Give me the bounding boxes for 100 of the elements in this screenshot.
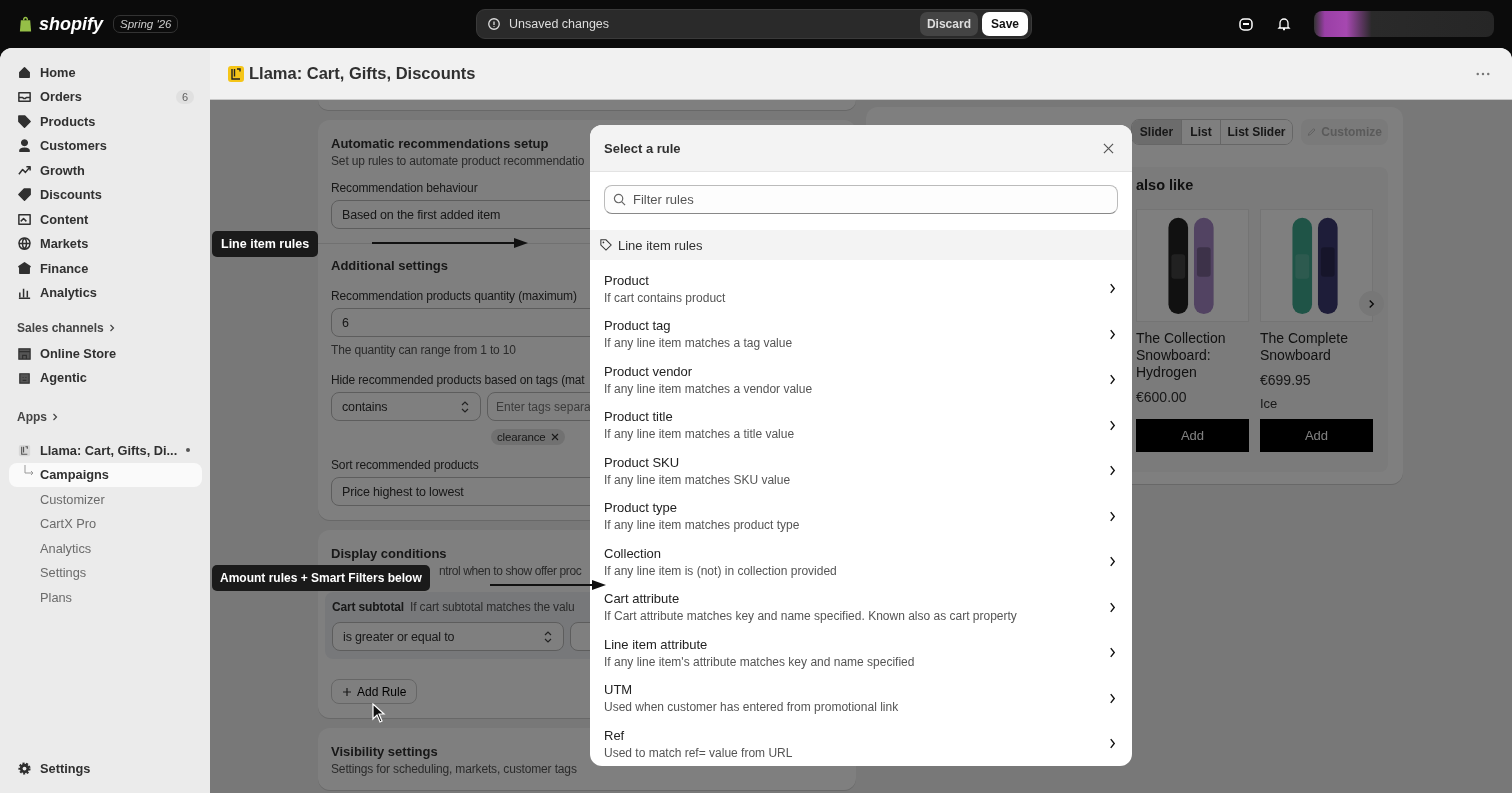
- rule-title: Product: [604, 272, 650, 288]
- rule-option[interactable]: Cart attribute If Cart attribute matches key and name specified. Known also as cart property: [590, 584, 1132, 630]
- chevron-right-icon: [1109, 738, 1116, 750]
- nav-item[interactable]: Customers: [9, 133, 202, 158]
- rule-option[interactable]: Ref Used to match ref= value from URL: [590, 721, 1132, 766]
- discount-tag-icon: [17, 187, 32, 203]
- nav-subitem[interactable]: Settings: [9, 560, 202, 585]
- blurred-account-avatar[interactable]: [1314, 11, 1494, 37]
- save-button[interactable]: Save: [981, 12, 1028, 36]
- nav-item[interactable]: Orders 6: [9, 84, 202, 109]
- rule-title: Product tag: [604, 318, 672, 334]
- unsaved-message: Unsaved changes: [509, 17, 611, 31]
- nav-item[interactable]: Content: [9, 207, 202, 232]
- rule-description: If cart subtotal matches the valu: [410, 600, 575, 614]
- add-rule-button[interactable]: Add Rule: [331, 679, 418, 704]
- chevron-right-icon: [1109, 556, 1116, 568]
- bank-icon: [17, 260, 32, 276]
- nav-subitem[interactable]: Plans: [9, 585, 202, 610]
- rule-title: Product vendor: [604, 363, 694, 379]
- rule-option[interactable]: UTM Used when customer has entered from promotional link: [590, 675, 1132, 721]
- rule-description: If any line item is (not) in collection provided: [604, 563, 838, 578]
- nav-item[interactable]: Agentic: [9, 365, 202, 390]
- next-slide-button[interactable]: [1359, 291, 1384, 316]
- store-icon: [17, 345, 32, 361]
- chevron-right-icon: [1109, 419, 1116, 431]
- nav-subitem[interactable]: Customizer: [9, 487, 202, 512]
- app-logo-icon: [228, 65, 244, 82]
- inbox-icon: [17, 89, 32, 105]
- rule-description: If any line item's attribute matches key and name specified: [604, 654, 916, 669]
- field-label: Recommendation products quantity (maximum): [331, 289, 577, 303]
- section-title: Line item rules: [618, 237, 703, 253]
- nav-item[interactable]: Discounts: [9, 182, 202, 207]
- pencil-icon: [1307, 126, 1317, 138]
- search-icon: [613, 193, 626, 206]
- card-subtitle: Set up rules to automate product recommendatio: [331, 154, 585, 168]
- nav-item[interactable]: Products: [9, 109, 202, 134]
- nav-item[interactable]: Growth: [9, 158, 202, 183]
- nav-subitem[interactable]: Campaigns: [9, 462, 202, 487]
- globe-icon: [17, 236, 32, 252]
- layout-tab[interactable]: List Slider: [1220, 120, 1292, 144]
- discard-button[interactable]: Discard: [919, 12, 978, 36]
- settings-icon: [17, 761, 32, 777]
- rule-title: Collection: [604, 545, 663, 561]
- add-to-cart-button[interactable]: Add: [1260, 419, 1373, 452]
- nav-subitem[interactable]: CartX Pro: [9, 511, 202, 536]
- select-caret-icon: [460, 399, 470, 414]
- nav-item[interactable]: Home: [9, 60, 202, 85]
- search-field[interactable]: Filter rules: [604, 185, 1118, 214]
- notification-bell-icon[interactable]: [1276, 16, 1292, 32]
- rule-description: If any line item matches product type: [604, 518, 801, 533]
- image-icon: [17, 211, 32, 227]
- rule-option[interactable]: Line item attribute If any line item's attribute matches key and name specified: [590, 630, 1132, 676]
- product-price: €600.00: [1136, 389, 1188, 405]
- robot-icon[interactable]: [1238, 16, 1254, 32]
- card-title: Automatic recommendations setup: [331, 136, 549, 151]
- rule-description: Used to match ref= value from URL: [604, 745, 794, 760]
- card-title: Display conditions: [331, 546, 447, 561]
- nav-subitem[interactable]: Analytics: [9, 536, 202, 561]
- select-field[interactable]: contains: [331, 392, 481, 421]
- rule-title: Ref: [604, 727, 626, 743]
- chevron-right-icon: [1109, 374, 1116, 386]
- release-badge: Spring '26: [113, 15, 179, 33]
- nav-item[interactable]: Llama: Cart, Gifts, Di...: [9, 438, 202, 463]
- product-variant: Ice: [1260, 396, 1279, 411]
- nav-item[interactable]: Finance: [9, 256, 202, 281]
- section-link[interactable]: Sales channels: [9, 313, 123, 341]
- rule-description: If cart contains product: [604, 290, 727, 305]
- product-price: €699.95: [1260, 372, 1312, 388]
- chevron-right-icon: [1367, 298, 1376, 309]
- nav-item[interactable]: Settings: [9, 756, 202, 781]
- rule-title: Product title: [604, 409, 674, 425]
- more-actions-icon[interactable]: [1476, 71, 1490, 76]
- rule-option[interactable]: Product vendor If any line item matches a vendor value: [590, 357, 1132, 403]
- help-text: The quantity can range from 1 to 10: [331, 343, 516, 357]
- alert-icon: [487, 17, 501, 31]
- chevron-right-icon: [52, 413, 58, 421]
- widget-heading: also like: [1136, 177, 1195, 193]
- brand-name[interactable]: shopify: [39, 13, 103, 35]
- nav-item[interactable]: Online Store: [9, 341, 202, 366]
- robot-icon: [17, 370, 32, 386]
- section-link[interactable]: Apps: [9, 402, 66, 430]
- add-to-cart-button[interactable]: Add: [1136, 419, 1249, 452]
- chevron-right-icon: [1109, 647, 1116, 659]
- chevron-right-icon: [1109, 465, 1116, 477]
- rule-option[interactable]: Product title If any line item matches a title value: [590, 402, 1132, 448]
- close-icon[interactable]: [1103, 142, 1114, 154]
- rule-title: UTM: [604, 682, 634, 698]
- chevron-right-icon: [1109, 510, 1116, 522]
- section-title: Additional settings: [331, 258, 448, 273]
- annotation-tooltip: Amount rules + Smart Filters below: [212, 565, 430, 591]
- rule-option[interactable]: Collection If any line item is (not) in collection provided: [590, 539, 1132, 585]
- field-label: Hide recommended products based on tags (mat: [331, 373, 585, 387]
- select-field[interactable]: is greater or equal to: [332, 622, 564, 651]
- nav-item[interactable]: Markets: [9, 231, 202, 256]
- tag-icon: [600, 239, 612, 251]
- remove-icon[interactable]: [550, 433, 559, 441]
- tag-chip: clearance: [491, 429, 565, 445]
- card-subtitle: ntrol when to show offer proc: [439, 564, 582, 578]
- rule-title: Cart attribute: [604, 591, 681, 607]
- nav-item[interactable]: Analytics: [9, 280, 202, 305]
